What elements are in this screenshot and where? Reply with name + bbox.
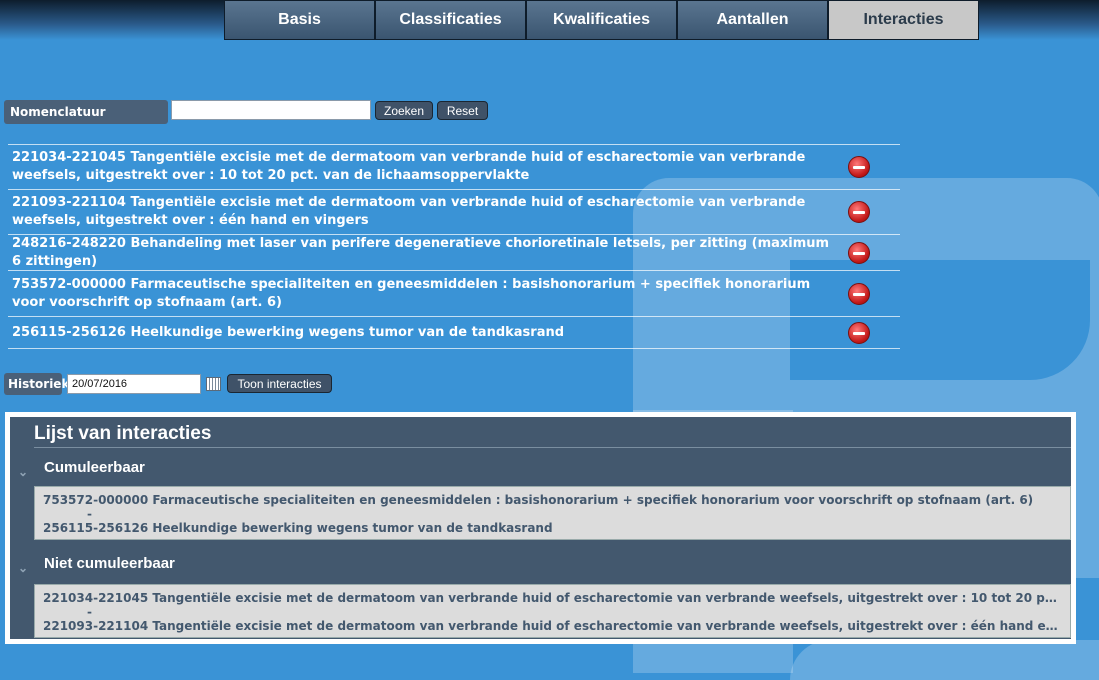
list-item: 221034-221045 Tangentiële excisie met de… — [8, 144, 900, 189]
remove-icon[interactable] — [848, 321, 870, 344]
list-item: 221093-221104 Tangentiële excisie met de… — [8, 189, 900, 234]
remove-icon[interactable] — [848, 282, 870, 305]
nomenclature-item-text: 221093-221104 Tangentiële excisie met de… — [12, 195, 806, 228]
remove-icon[interactable] — [848, 241, 870, 264]
reset-button[interactable]: Reset — [437, 101, 488, 120]
group-content: 753572-000000 Farmaceutische specialitei… — [34, 486, 1071, 540]
remove-icon[interactable] — [848, 201, 870, 223]
group-title: Niet cumuleerbaar — [44, 555, 175, 572]
nomenclature-item-text: 221034-221045 Tangentiële excisie met de… — [12, 150, 806, 183]
separator: - — [87, 507, 92, 521]
divider — [34, 447, 1071, 448]
search-button[interactable]: Zoeken — [375, 101, 433, 120]
panel-title: Lijst van interacties — [34, 423, 212, 444]
nomenclature-item-text: 753572-000000 Farmaceutische specialitei… — [12, 276, 811, 310]
list-item: 753572-000000 Farmaceutische specialitei… — [43, 493, 1034, 507]
tab-classificaties[interactable]: Classificaties — [375, 0, 526, 40]
chevron-down-icon: ⌄ — [18, 561, 29, 575]
list-item: 221093-221104 Tangentiële excisie met de… — [43, 619, 1062, 633]
remove-icon[interactable] — [848, 156, 870, 178]
nomenclature-item-text: 256115-256126 Heelkundige bewerking wege… — [12, 324, 565, 340]
tab-interacties[interactable]: Interacties — [828, 0, 979, 40]
historiek-label: Historiek — [4, 373, 69, 395]
interactions-panel: Lijst van interacties ⌄ Cumuleerbaar 753… — [5, 412, 1076, 644]
nomenclature-list: 221034-221045 Tangentiële excisie met de… — [8, 144, 900, 349]
group-content: 221034-221045 Tangentiële excisie met de… — [34, 584, 1071, 638]
tab-basis[interactable]: Basis — [224, 0, 375, 40]
list-item: 248216-248220 Behandeling met laser van … — [8, 234, 900, 270]
show-interactions-button[interactable]: Toon interacties — [227, 374, 332, 393]
background-watermark-foot — [790, 640, 1099, 680]
list-item: 256115-256126 Heelkundige bewerking wege… — [43, 521, 553, 535]
tab-bar: Basis Classificaties Kwalificaties Aanta… — [224, 0, 979, 40]
list-item: 753572-000000 Farmaceutische specialitei… — [8, 270, 900, 316]
nomenclatuur-label: Nomenclatuur — [4, 100, 168, 124]
historiek-date-input[interactable] — [67, 374, 201, 394]
group-title: Cumuleerbaar — [44, 459, 145, 476]
separator: - — [87, 605, 92, 619]
group-header-cumuleerbaar[interactable]: ⌄ Cumuleerbaar — [10, 455, 1071, 485]
list-item: 256115-256126 Heelkundige bewerking wege… — [8, 316, 900, 349]
calendar-icon[interactable] — [206, 377, 221, 391]
nomenclatuur-search-input[interactable] — [171, 100, 371, 120]
nomenclature-item-text: 248216-248220 Behandeling met laser van … — [12, 235, 830, 269]
tab-aantallen[interactable]: Aantallen — [677, 0, 828, 40]
list-item: 221034-221045 Tangentiële excisie met de… — [43, 591, 1062, 605]
tab-kwalificaties[interactable]: Kwalificaties — [526, 0, 677, 40]
chevron-down-icon: ⌄ — [18, 465, 29, 479]
group-header-niet-cumuleerbaar[interactable]: ⌄ Niet cumuleerbaar — [10, 551, 1071, 581]
